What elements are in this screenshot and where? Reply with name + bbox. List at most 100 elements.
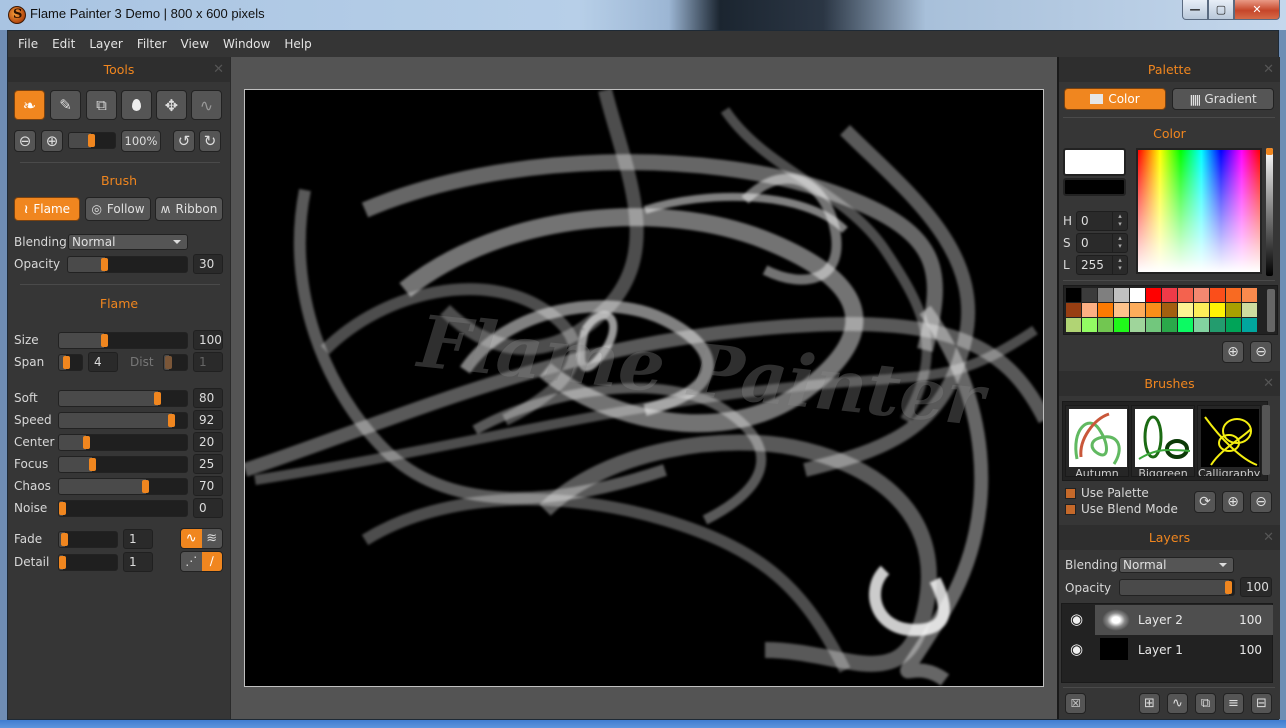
color-swatch[interactable] [1098, 303, 1113, 317]
add-swatch-button[interactable]: ⊕ [1222, 341, 1244, 363]
menu-edit[interactable]: Edit [52, 37, 75, 51]
color-swatch[interactable] [1146, 303, 1161, 317]
color-swatch[interactable] [1194, 318, 1209, 332]
layer-row[interactable]: ◉ Layer 1 100 [1062, 635, 1272, 665]
slider-knob[interactable] [142, 480, 150, 493]
dist-value[interactable]: 1 [193, 352, 223, 372]
size-value[interactable]: 100 [193, 330, 223, 350]
use-palette-checkbox[interactable] [1065, 488, 1076, 499]
color-swatch[interactable] [1146, 318, 1161, 332]
color-swatch[interactable] [1066, 303, 1081, 317]
lightness-slider-knob[interactable] [1266, 148, 1273, 155]
slider-knob[interactable] [82, 436, 90, 449]
flame-brush-tool[interactable]: ❧ [14, 90, 45, 120]
lightness-slider[interactable] [1266, 148, 1273, 276]
menu-layer[interactable]: Layer [89, 37, 122, 51]
color-swatch[interactable] [1082, 288, 1097, 302]
clear-layer-button[interactable]: ☒ [1065, 693, 1086, 714]
color-swatch[interactable] [1226, 288, 1241, 302]
duplicate-layer-button[interactable]: ⧉ [1195, 693, 1216, 714]
lightness-input[interactable]: 255 [1076, 255, 1128, 275]
layer-opacity-slider[interactable] [1119, 579, 1235, 596]
color-swatch[interactable] [1066, 318, 1081, 332]
close-panel-icon[interactable]: ✕ [213, 57, 224, 82]
brush-preset-autumn[interactable]: Autumn [1065, 405, 1129, 477]
color-swatch[interactable] [1130, 288, 1145, 302]
param-slider-center[interactable] [58, 434, 188, 451]
secondary-color-swatch[interactable] [1063, 178, 1126, 196]
color-swatch[interactable] [1162, 318, 1177, 332]
param-value-soft[interactable]: 80 [193, 388, 223, 408]
slider-knob[interactable] [100, 334, 108, 347]
primary-color-swatch[interactable] [1063, 148, 1126, 176]
rotate-left-button[interactable]: ↺ [173, 130, 195, 152]
rotate-right-button[interactable]: ↻ [199, 130, 221, 152]
hue-input[interactable]: 0 [1076, 211, 1128, 231]
dotted-line-icon[interactable]: ⋰ [181, 552, 202, 571]
menu-filter[interactable]: Filter [137, 37, 167, 51]
remove-swatch-button[interactable]: ⊖ [1250, 341, 1272, 363]
span-slider[interactable] [58, 354, 83, 371]
zoom-out-button[interactable]: ⊖ [14, 130, 36, 152]
menu-view[interactable]: View [181, 37, 209, 51]
param-slider-noise[interactable] [58, 500, 188, 517]
layer-filter-button[interactable]: ∿ [1167, 693, 1188, 714]
detail-slider[interactable] [58, 554, 118, 571]
color-swatch[interactable] [1210, 288, 1225, 302]
color-swatch[interactable] [1194, 288, 1209, 302]
slider-knob[interactable] [61, 533, 69, 546]
span-value[interactable]: 4 [88, 352, 118, 372]
color-swatch[interactable] [1114, 318, 1129, 332]
eye-icon[interactable]: ◉ [1070, 640, 1083, 658]
brush-list-scrollbar[interactable] [1262, 405, 1270, 475]
size-slider[interactable] [58, 332, 188, 349]
color-swatch[interactable] [1146, 288, 1161, 302]
fade-value[interactable]: 1 [123, 529, 153, 549]
swatch-scrollbar[interactable] [1267, 289, 1275, 332]
param-slider-focus[interactable] [58, 456, 188, 473]
brush-mode-follow[interactable]: ◎ Follow [85, 197, 151, 221]
menu-file[interactable]: File [18, 37, 38, 51]
smudge-tool[interactable]: ∿ [191, 90, 222, 120]
slider-knob[interactable] [154, 392, 162, 405]
brush-mode-ribbon[interactable]: ʍ Ribbon [155, 197, 223, 221]
zoom-in-button[interactable]: ⊕ [41, 130, 63, 152]
slider-knob[interactable] [165, 356, 173, 369]
color-swatch[interactable] [1130, 303, 1145, 317]
detail-value[interactable]: 1 [123, 552, 153, 572]
brush-preset-calligraphy[interactable]: Calligraphy [1197, 405, 1261, 477]
color-swatch[interactable] [1098, 288, 1113, 302]
eraser-tool[interactable]: ⧉ [86, 90, 117, 120]
slider-knob[interactable] [59, 556, 66, 569]
pencil-tool[interactable]: ✎ [50, 90, 81, 120]
layer-blending-select[interactable]: Normal [1119, 557, 1234, 573]
color-swatch[interactable] [1162, 303, 1177, 317]
fade-slider[interactable] [58, 531, 118, 548]
remove-brush-button[interactable]: ⊖ [1250, 491, 1272, 513]
param-slider-chaos[interactable] [58, 478, 188, 495]
brush-preset-biggreen[interactable]: Biggreen [1131, 405, 1195, 477]
solid-line-icon[interactable]: ∕ [201, 552, 222, 571]
delete-layer-button[interactable]: ⊟ [1251, 693, 1272, 714]
param-value-noise[interactable]: 0 [193, 498, 223, 518]
color-picker-tool[interactable] [121, 90, 152, 120]
dist-slider[interactable] [163, 354, 188, 371]
close-panel-icon[interactable]: ✕ [1263, 57, 1274, 82]
brush-opacity-slider[interactable] [67, 256, 188, 273]
color-swatch[interactable] [1082, 318, 1097, 332]
color-swatch[interactable] [1178, 288, 1193, 302]
close-panel-icon[interactable]: ✕ [1263, 525, 1274, 550]
color-swatch[interactable] [1226, 318, 1241, 332]
param-value-focus[interactable]: 25 [193, 454, 223, 474]
color-swatch[interactable] [1210, 303, 1225, 317]
transform-tool[interactable]: ✥ [156, 90, 187, 120]
color-swatch[interactable] [1098, 318, 1113, 332]
zoom-slider-knob[interactable] [87, 134, 95, 147]
add-layer-button[interactable]: ⊞ [1139, 693, 1160, 714]
minimize-button[interactable]: — [1182, 0, 1208, 20]
maximize-button[interactable]: ▢ [1208, 0, 1234, 20]
layer-opacity-value[interactable]: 100 [1240, 577, 1272, 597]
reset-brush-button[interactable]: ⟳ [1194, 491, 1216, 513]
zoom-level-button[interactable]: 100% [121, 130, 161, 152]
layer-row[interactable]: ◉ Layer 2 100 [1062, 605, 1273, 635]
